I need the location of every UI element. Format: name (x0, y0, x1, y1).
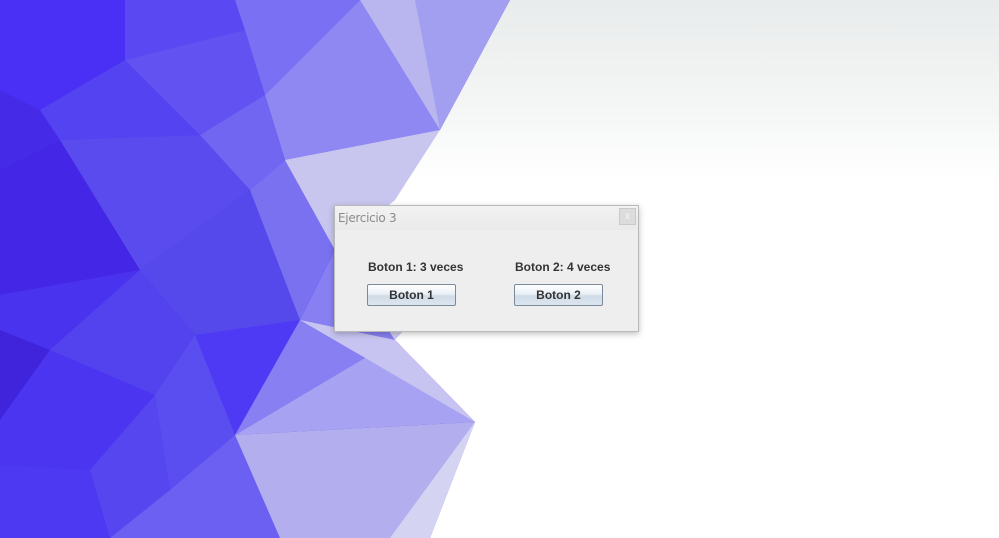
boton-2-button[interactable]: Boton 2 (514, 284, 603, 306)
close-button[interactable]: x (619, 208, 636, 225)
button2-count-label: Boton 2: 4 veces (515, 260, 611, 274)
dialog-window: Ejercicio 3 x Boton 1: 3 veces Boton 2: … (334, 205, 639, 332)
window-title: Ejercicio 3 (338, 211, 397, 225)
desktop: Ejercicio 3 x Boton 1: 3 veces Boton 2: … (0, 0, 999, 538)
close-icon: x (625, 211, 630, 222)
boton-1-button[interactable]: Boton 1 (367, 284, 456, 306)
button1-count-label: Boton 1: 3 veces (368, 260, 464, 274)
title-bar[interactable]: Ejercicio 3 x (335, 206, 638, 230)
